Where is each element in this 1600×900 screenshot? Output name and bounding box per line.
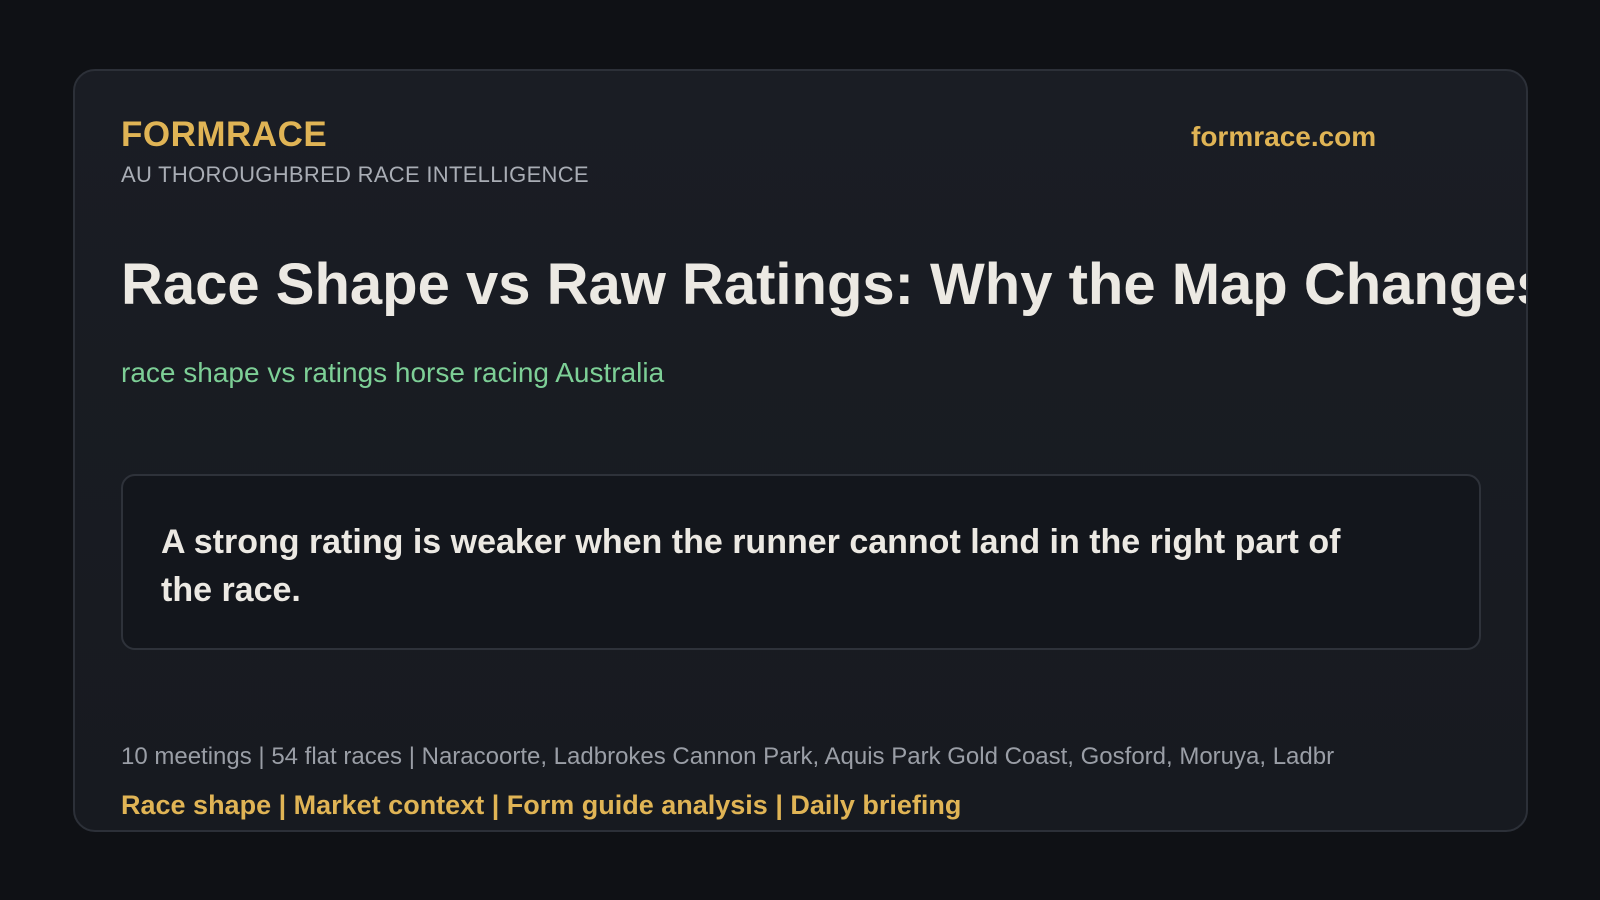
- topic-list: Race shape | Market context | Form guide…: [121, 790, 962, 820]
- article-headline: Race Shape vs Raw Ratings: Why the Map C…: [121, 252, 1528, 317]
- brand-logo: FORMRACE: [121, 115, 328, 154]
- site-link[interactable]: formrace.com: [1191, 121, 1376, 153]
- brand-tagline: AU THOROUGHBRED RACE INTELLIGENCE: [121, 162, 589, 187]
- share-card: FORMRACE AU THOROUGHBRED RACE INTELLIGEN…: [73, 69, 1528, 832]
- meeting-summary: 10 meetings | 54 flat races | Naracoorte…: [121, 743, 1335, 770]
- article-keyword: race shape vs ratings horse racing Austr…: [121, 357, 665, 388]
- pull-quote-box: A strong rating is weaker when the runne…: [121, 474, 1481, 650]
- pull-quote-text: A strong rating is weaker when the runne…: [161, 523, 1341, 609]
